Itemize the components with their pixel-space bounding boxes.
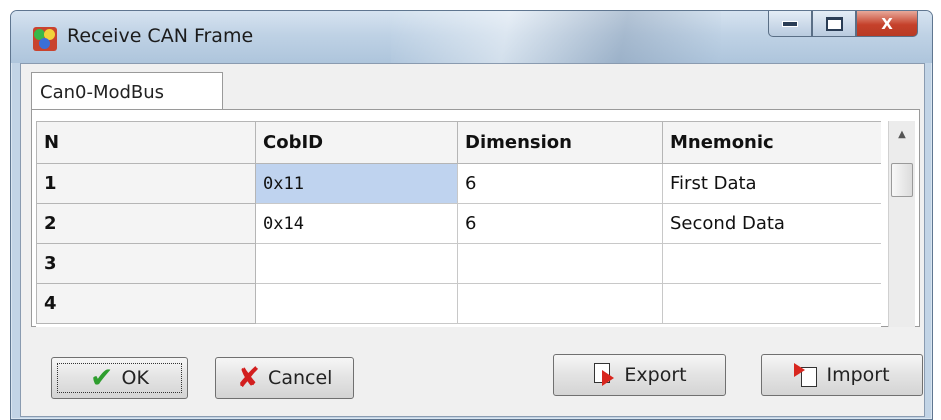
dialog-client-area: Can0-ModBus N CobID Dimension Mnemonic 1… [20, 63, 925, 417]
column-header-n[interactable]: N [36, 121, 256, 164]
close-icon: X [881, 14, 893, 33]
table-row: 3 [36, 243, 881, 284]
scroll-up-arrow-icon[interactable]: ▲ [889, 121, 915, 147]
scrollbar-thumb[interactable] [891, 163, 913, 197]
cell-cobid[interactable] [255, 243, 458, 284]
ok-button[interactable]: ✔ OK [51, 357, 188, 399]
cancel-button[interactable]: ✘ Cancel [215, 357, 354, 399]
cell-dimension[interactable] [457, 283, 663, 324]
cell-mnemonic[interactable]: Second Data [662, 203, 881, 244]
focus-rectangle [57, 363, 182, 393]
minimize-button[interactable] [768, 11, 812, 37]
close-button[interactable]: X [856, 11, 918, 37]
column-header-dimension[interactable]: Dimension [457, 121, 663, 164]
column-header-cobid[interactable]: CobID [255, 121, 458, 164]
cell-mnemonic[interactable] [662, 283, 881, 324]
cell-dimension[interactable]: 6 [457, 203, 663, 244]
row-number[interactable]: 2 [36, 203, 256, 244]
import-button[interactable]: Import [761, 354, 923, 396]
cell-mnemonic[interactable] [662, 243, 881, 284]
frame-grid: N CobID Dimension Mnemonic 1 0x11 6 Firs… [36, 121, 881, 327]
cell-mnemonic[interactable]: First Data [662, 163, 881, 204]
cell-cobid[interactable]: 0x14 [255, 203, 458, 244]
cell-cobid[interactable]: 0x11 [255, 163, 458, 204]
cell-dimension[interactable]: 6 [457, 163, 663, 204]
frame-table: N CobID Dimension Mnemonic 1 0x11 6 Firs… [36, 121, 881, 324]
window-title: Receive CAN Frame [67, 25, 254, 47]
receive-can-frame-window: Receive CAN Frame X Can0-ModBus N CobID [10, 10, 933, 420]
app-icon[interactable] [33, 27, 57, 51]
x-icon: ✘ [236, 361, 261, 394]
table-row: 1 0x11 6 First Data [36, 163, 881, 204]
minimize-icon [782, 20, 798, 27]
table-header-row: N CobID Dimension Mnemonic [36, 121, 881, 164]
export-button-label: Export [624, 364, 687, 386]
table-row: 2 0x14 6 Second Data [36, 203, 881, 244]
tab-label: Can0-ModBus [40, 82, 165, 103]
import-icon [794, 363, 818, 387]
row-number[interactable]: 4 [36, 283, 256, 324]
tab-can0-modbus[interactable]: Can0-ModBus [31, 72, 223, 110]
export-button[interactable]: Export [553, 354, 726, 396]
row-number[interactable]: 3 [36, 243, 256, 284]
export-icon [592, 363, 616, 387]
window-controls: X [768, 11, 918, 39]
title-bar[interactable]: Receive CAN Frame X [11, 11, 932, 63]
table-row: 4 [36, 283, 881, 324]
cancel-button-label: Cancel [268, 367, 333, 389]
vertical-scrollbar[interactable]: ▲ [888, 121, 915, 327]
cell-cobid[interactable] [255, 283, 458, 324]
maximize-button[interactable] [812, 11, 856, 37]
title-bar-gloss [391, 11, 721, 63]
column-header-mnemonic[interactable]: Mnemonic [662, 121, 881, 164]
import-button-label: Import [826, 364, 890, 386]
row-number[interactable]: 1 [36, 163, 256, 204]
cell-dimension[interactable] [457, 243, 663, 284]
maximize-icon [825, 16, 843, 31]
